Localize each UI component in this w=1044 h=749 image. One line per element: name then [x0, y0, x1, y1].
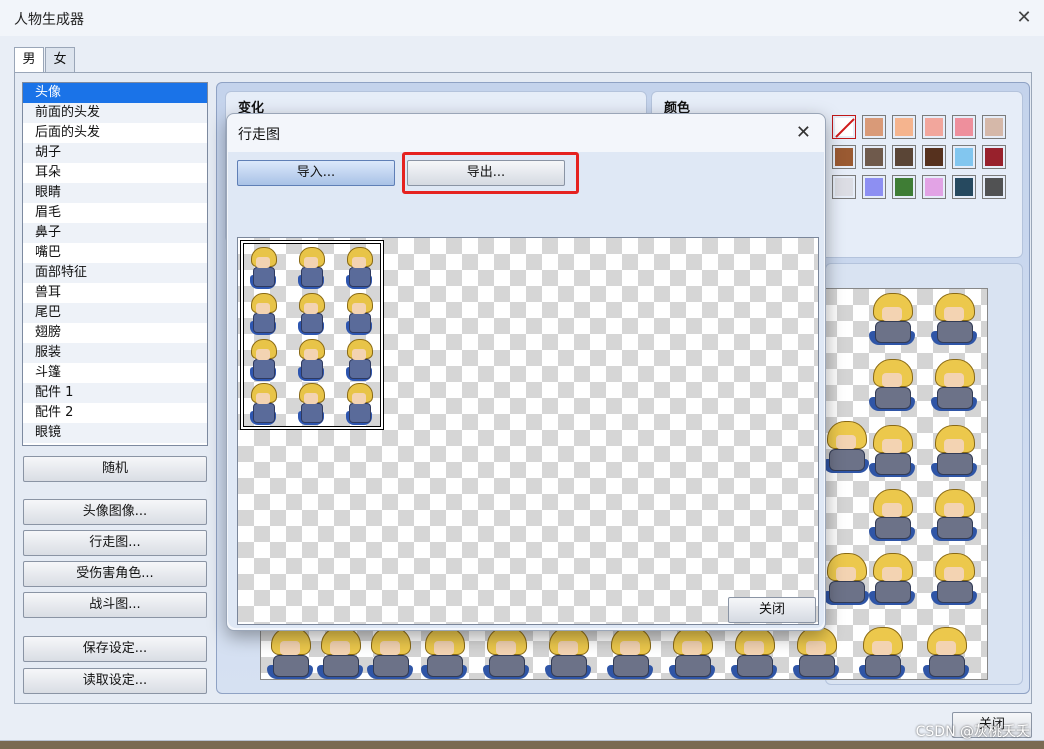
- color-swatch[interactable]: [892, 115, 916, 139]
- watermark: CSDN @灰桃夭夭: [915, 724, 1030, 740]
- battle-sheet-button[interactable]: 战斗图...: [23, 592, 207, 618]
- dialog-close-icon[interactable]: ✕: [796, 122, 811, 143]
- battle-sprite: [821, 419, 871, 475]
- battle-sprite: [867, 291, 917, 347]
- walk-sprite: [296, 383, 326, 427]
- walk-sprite: [296, 339, 326, 383]
- battle-sprite: [365, 625, 415, 679]
- battle-sprite: [929, 551, 979, 607]
- battle-sprite: [929, 357, 979, 413]
- color-swatch[interactable]: [892, 145, 916, 169]
- walk-sprite: [344, 293, 374, 337]
- battle-sprite: [867, 423, 917, 479]
- damage-character-button[interactable]: 受伤害角色...: [23, 561, 207, 587]
- list-item[interactable]: 前面的头发: [23, 103, 207, 123]
- battle-sprite: [419, 625, 469, 679]
- battle-sprite: [481, 625, 531, 679]
- walk-sprite: [248, 383, 278, 427]
- battle-sprite: [857, 625, 907, 679]
- load-settings-button[interactable]: 读取设定...: [23, 668, 207, 694]
- walk-sprite: [248, 293, 278, 337]
- color-swatch[interactable]: [922, 175, 946, 199]
- window-title: 人物生成器: [14, 12, 84, 28]
- color-swatch[interactable]: [862, 115, 886, 139]
- walk-sprite: [344, 247, 374, 291]
- color-swatch[interactable]: [982, 175, 1006, 199]
- battle-sprite: [867, 551, 917, 607]
- walk-sprite: [296, 293, 326, 337]
- save-settings-button[interactable]: 保存设定...: [23, 636, 207, 662]
- battle-sprite: [921, 625, 971, 679]
- list-item[interactable]: 斗篷: [23, 363, 207, 383]
- export-button[interactable]: 导出...: [407, 160, 565, 186]
- walk-sheet-button[interactable]: 行走图...: [23, 530, 207, 556]
- color-swatch[interactable]: [832, 115, 856, 139]
- list-item[interactable]: 配件 2: [23, 403, 207, 423]
- color-swatch[interactable]: [892, 175, 916, 199]
- walk-sprite: [248, 247, 278, 291]
- color-swatch[interactable]: [922, 145, 946, 169]
- window-close-icon[interactable]: ✕: [1014, 8, 1034, 28]
- battle-sprite: [821, 551, 871, 607]
- face-image-button[interactable]: 头像图像...: [23, 499, 207, 525]
- walk-sheet-frame: [240, 240, 384, 430]
- color-swatch[interactable]: [832, 175, 856, 199]
- list-item[interactable]: 胡子: [23, 143, 207, 163]
- dialog-close-button[interactable]: 关闭: [728, 597, 816, 623]
- dialog-title: 行走图: [238, 127, 280, 143]
- list-item[interactable]: 服装: [23, 343, 207, 363]
- walk-sprite: [248, 339, 278, 383]
- color-swatch[interactable]: [952, 175, 976, 199]
- battle-sprite: [605, 625, 655, 679]
- title-bar: 人物生成器 ✕: [0, 0, 1044, 36]
- battle-sprite: [729, 625, 779, 679]
- battle-sprite: [929, 291, 979, 347]
- color-swatch[interactable]: [862, 175, 886, 199]
- battle-sprite: [315, 625, 365, 679]
- battle-sprite: [929, 423, 979, 479]
- tab-female[interactable]: 女: [45, 47, 75, 73]
- random-button[interactable]: 随机: [23, 456, 207, 482]
- color-swatch[interactable]: [922, 115, 946, 139]
- color-swatch[interactable]: [952, 115, 976, 139]
- list-item[interactable]: 鼻子: [23, 223, 207, 243]
- battle-sprite: [867, 487, 917, 543]
- color-swatch[interactable]: [952, 145, 976, 169]
- list-item[interactable]: 面部特征: [23, 263, 207, 283]
- list-item[interactable]: 嘴巴: [23, 243, 207, 263]
- parts-list[interactable]: 头像 前面的头发 后面的头发 胡子 耳朵 眼睛 眉毛 鼻子 嘴巴 面部特征 兽耳…: [22, 82, 208, 446]
- color-swatch[interactable]: [982, 145, 1006, 169]
- walk-sprite: [344, 339, 374, 383]
- import-button[interactable]: 导入...: [237, 160, 395, 186]
- dialog-body: 导入... 导出... 关闭: [228, 152, 824, 628]
- list-item[interactable]: 耳朵: [23, 163, 207, 183]
- list-item[interactable]: 配件 1: [23, 383, 207, 403]
- battle-sprite: [543, 625, 593, 679]
- battle-sprite: [867, 357, 917, 413]
- list-item[interactable]: 尾巴: [23, 303, 207, 323]
- battle-sprite: [265, 625, 315, 679]
- walk-sheet-dialog: 行走图 ✕ 导入... 导出... 关闭: [226, 113, 826, 631]
- walk-sprite: [296, 247, 326, 291]
- list-item[interactable]: 后面的头发: [23, 123, 207, 143]
- walk-sprite: [344, 383, 374, 427]
- battle-sprite: [667, 625, 717, 679]
- tab-male[interactable]: 男: [14, 47, 44, 74]
- walk-sheet-canvas: [237, 237, 819, 625]
- list-item[interactable]: 眼睛: [23, 183, 207, 203]
- list-item[interactable]: 眉毛: [23, 203, 207, 223]
- list-item[interactable]: 兽耳: [23, 283, 207, 303]
- list-item[interactable]: 头像: [23, 83, 207, 103]
- battle-sprite: [929, 487, 979, 543]
- list-item[interactable]: 翅膀: [23, 323, 207, 343]
- color-swatch[interactable]: [862, 145, 886, 169]
- color-swatch[interactable]: [982, 115, 1006, 139]
- battle-sprite: [791, 625, 841, 679]
- list-item[interactable]: 眼镜: [23, 423, 207, 443]
- color-swatch[interactable]: [832, 145, 856, 169]
